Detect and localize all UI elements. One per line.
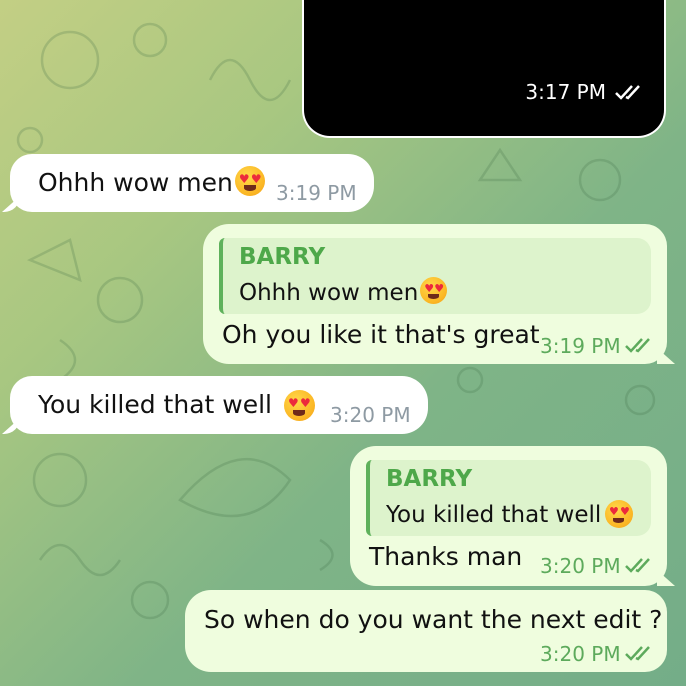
double-check-icon — [625, 646, 650, 661]
heart-eyes-emoji-icon: ♥ ♥ — [234, 166, 265, 196]
outgoing-message[interactable]: BARRY You killed that well ♥ ♥ Thanks man… — [350, 446, 667, 586]
outgoing-message[interactable]: BARRY Ohhh wow men ♥ ♥ Oh you like it that… — [203, 224, 667, 364]
heart-eyes-emoji-icon: ♥ ♥ — [605, 500, 633, 528]
incoming-message[interactable]: You killed that well ♥ ♥ 3:20 PM — [10, 376, 428, 434]
heart-eyes-emoji-icon: ♥ ♥ — [420, 277, 448, 304]
double-check-icon — [625, 558, 650, 573]
message-text: Oh you like it that's great — [222, 320, 540, 349]
reply-author: BARRY — [386, 466, 473, 492]
message-text: Thanks man — [369, 542, 523, 571]
reply-author: BARRY — [239, 244, 326, 270]
message-time: 3:19 PM — [276, 181, 357, 205]
reply-quote[interactable]: BARRY You killed that well ♥ ♥ — [366, 460, 651, 536]
incoming-message[interactable]: Ohhh wow men ♥ ♥ 3:19 PM — [10, 154, 374, 212]
outgoing-message[interactable]: So when do you want the next edit ? 3:20… — [185, 590, 667, 672]
reply-quote[interactable]: BARRY Ohhh wow men ♥ ♥ — [219, 238, 651, 314]
message-time: 3:19 PM — [540, 334, 621, 358]
reply-text: Ohhh wow men ♥ ♥ — [239, 277, 448, 307]
message-time: 3:20 PM — [540, 642, 621, 666]
double-check-icon — [615, 85, 640, 100]
double-check-icon — [625, 338, 650, 353]
reply-text: You killed that well — [386, 502, 602, 528]
video-message[interactable]: 3:17 PM — [302, 0, 666, 138]
message-time: 3:20 PM — [330, 403, 411, 427]
message-time: 3:17 PM — [525, 80, 606, 104]
message-text: You killed that well — [38, 390, 272, 419]
message-text: Ohhh wow men ♥ ♥ — [38, 166, 265, 199]
message-text: So when do you want the next edit ? — [204, 605, 663, 634]
heart-eyes-emoji-icon: ♥ ♥ — [284, 390, 315, 421]
message-time: 3:20 PM — [540, 554, 621, 578]
